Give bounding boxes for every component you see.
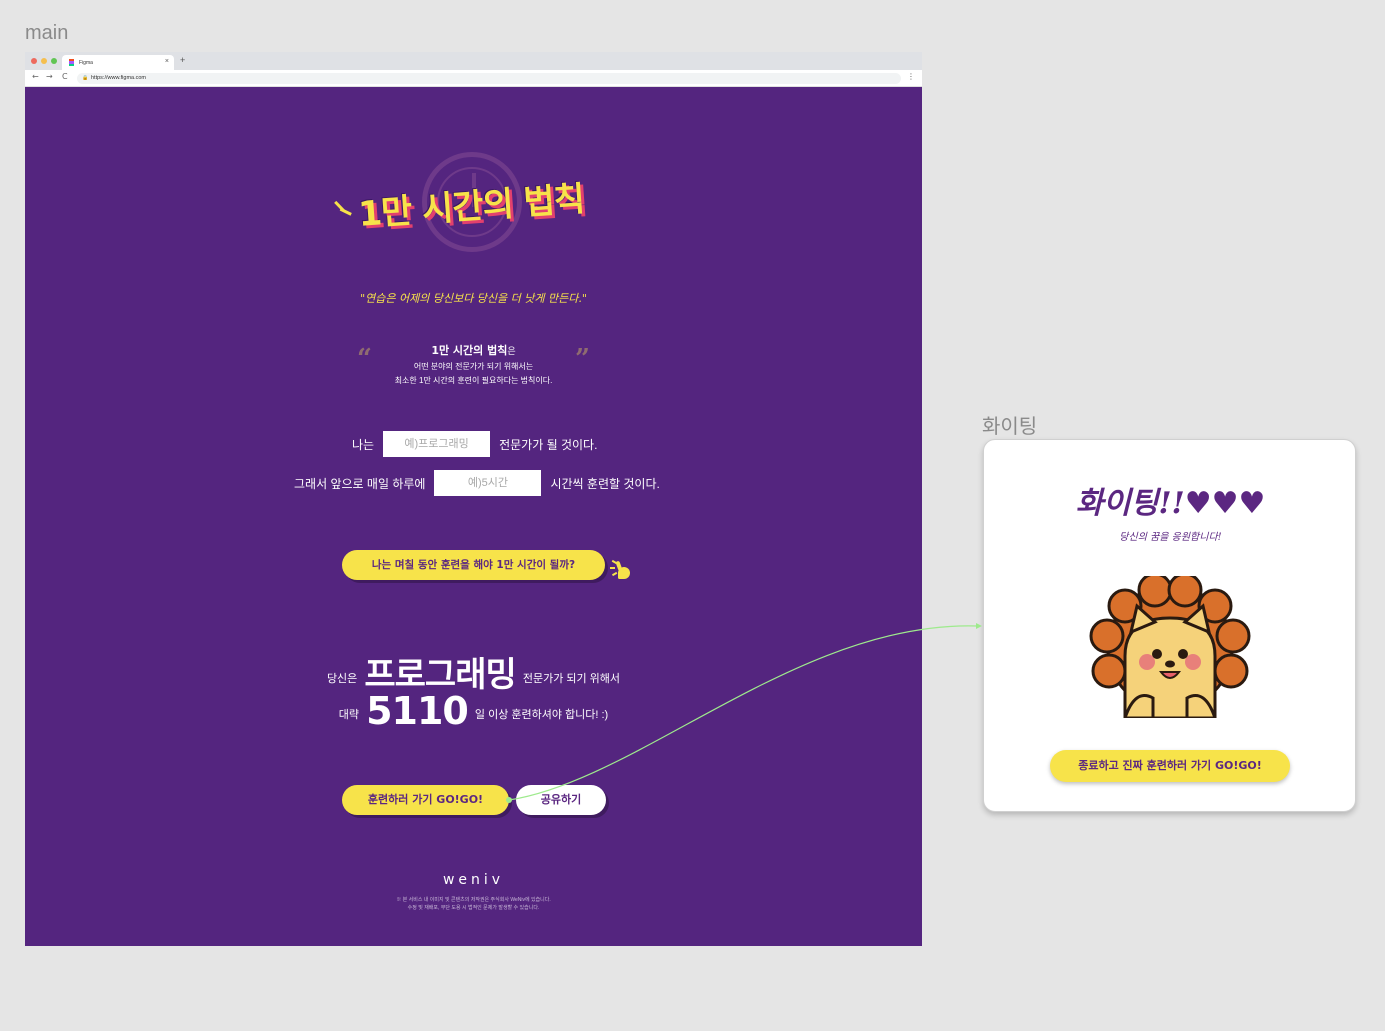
title-logo: 1만 시간의 법칙 (334, 171, 586, 236)
close-window-dot[interactable] (31, 58, 37, 64)
result-prefix: 당신은 (326, 673, 358, 685)
result-days: 5110 (366, 689, 469, 733)
result-suffix: 전문가가 되기 위해서 (522, 673, 621, 685)
time-suffix: 시간씩 훈련할 것이다. (550, 476, 660, 491)
go-training-button[interactable]: 훈련하러 가기 GO!GO! (342, 785, 509, 815)
time-prefix: 그래서 앞으로 매일 하루에 (294, 476, 426, 491)
tab-bar: Figma × + (25, 52, 922, 70)
calculate-button[interactable]: 나는 며칠 동안 훈련을 해야 1만 시간이 될까? (342, 550, 605, 580)
back-icon[interactable]: ← (32, 72, 39, 81)
page-title: 1만 시간의 법칙 (357, 179, 586, 235)
result-line2: 대략 5110 일 이상 훈련하셔야 합니다! :) (25, 689, 922, 733)
lock-icon: 🔒 (82, 75, 89, 81)
open-quote-icon: “ (357, 344, 372, 374)
time-row: 그래서 앞으로 매일 하루에 시간씩 훈련할 것이다. (294, 470, 660, 496)
description: “ ” 1만 시간의 법칙은 어떤 분야의 전문가가 되기 위해서는 최소한 1… (355, 342, 592, 386)
weniv-logo: weniv (442, 872, 505, 888)
browser-window: Figma × + ← → C 🔒 https://www.figma.com … (25, 52, 922, 946)
description-bold: 1만 시간의 법칙 (431, 344, 508, 357)
figma-icon (69, 59, 74, 66)
copyright-line2: 수정 및 재배포, 무단 도용 시 법적인 문제가 발생할 수 있습니다. (407, 905, 540, 911)
field-input[interactable] (383, 431, 491, 457)
tab-title: Figma (79, 60, 93, 66)
burst-icon (334, 199, 355, 224)
frame-label-main: main (25, 22, 69, 44)
field-suffix: 전문가가 될 것이다. (499, 437, 598, 452)
minimize-window-dot[interactable] (41, 58, 47, 64)
description-bold-suffix: 은 (507, 346, 516, 356)
close-icon[interactable]: × (165, 58, 169, 65)
share-button[interactable]: 공유하기 (516, 785, 606, 815)
connector-arrow-icon (976, 623, 982, 629)
forward-icon[interactable]: → (46, 72, 53, 81)
popup-subtitle: 당신의 꿈을 응원합니다! (1119, 532, 1222, 543)
end-training-button[interactable]: 종료하고 진짜 훈련하러 가기 GO!GO! (1050, 750, 1290, 782)
time-input[interactable] (434, 470, 542, 496)
page-content: 1만 시간의 법칙 "연습은 어제의 당신보다 당신을 더 낫게 만든다." “… (25, 87, 922, 946)
frame-label-popup: 화이팅 (982, 416, 1038, 438)
copyright-line1: ※ 본 서비스 내 이미지 및 콘텐츠의 저작권은 주식회사 WeNiv에 있습… (396, 897, 551, 903)
field-prefix: 나는 (352, 437, 375, 452)
result-days-suffix: 일 이상 훈련하셔야 합니다! :) (474, 709, 609, 721)
menu-icon[interactable]: ⋮ (907, 72, 915, 81)
lion-mascot-icon (1089, 576, 1251, 718)
copyright-note: ※ 본 서비스 내 이미지 및 콘텐츠의 저작권은 주식회사 WeNiv에 있습… (25, 896, 922, 912)
cheer-popup: 화이팅!!♥♥♥ 당신의 꿈을 응원합니다! 종료하고 진짜 훈련하러 가기 G… (983, 439, 1356, 812)
maximize-window-dot[interactable] (51, 58, 57, 64)
close-quote-icon: ” (575, 344, 590, 374)
address-bar: ← → C 🔒 https://www.figma.com ⋮ (25, 70, 922, 87)
popup-title: 화이팅!!♥♥♥ (1075, 486, 1266, 521)
url-field[interactable]: 🔒 https://www.figma.com (77, 73, 901, 84)
motto-quote: "연습은 어제의 당신보다 당신을 더 낫게 만든다." (360, 292, 587, 305)
pointer-hand-icon (610, 559, 636, 583)
description-line3: 최소한 1만 시간의 훈련이 필요하다는 법칙이다. (394, 376, 553, 385)
browser-tab[interactable]: Figma × (62, 55, 174, 70)
field-row: 나는 전문가가 될 것이다. (352, 431, 597, 457)
url-text: https://www.figma.com (91, 75, 147, 81)
description-line2: 어떤 분야의 전문가가 되기 위해서는 (413, 362, 534, 371)
reload-icon[interactable]: C (62, 72, 68, 81)
new-tab-button[interactable]: + (180, 55, 185, 65)
result-days-prefix: 대략 (338, 709, 360, 721)
